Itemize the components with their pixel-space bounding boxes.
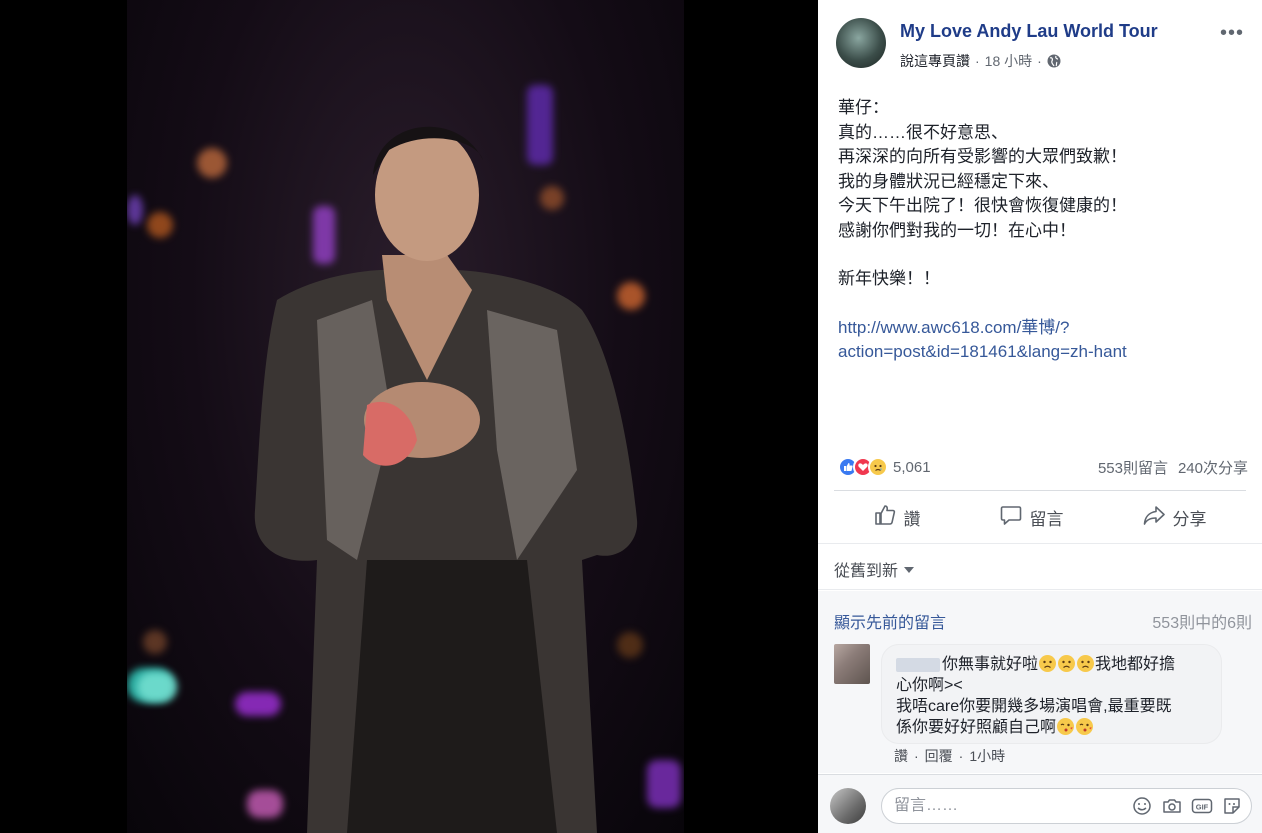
reaction-summary[interactable]: 5,061 [838,457,931,477]
sad-emoji-icon [1077,655,1095,672]
post-url-link[interactable]: http://www.awc618.com/華博/? action=post&i… [838,316,1248,365]
share-count-link[interactable]: 240次分享 [1178,457,1248,478]
comment-text: 我地都好擔 [1095,656,1176,673]
caret-down-icon [904,560,915,578]
sort-label: 從舊到新 [834,563,899,580]
page-avatar[interactable] [836,18,886,68]
comment-reply-link[interactable]: 回覆 [925,746,953,766]
post-line: 華仔： [838,98,889,117]
like-button[interactable]: 讚 [874,504,921,531]
commenter-avatar[interactable] [834,644,870,684]
post-line: 今天下午出院了！很快會恢復健康的！ [838,196,1127,215]
post-line: 我的身體狀況已經穩定下來、 [838,171,1059,191]
comment-actions: 讚 · 回覆 · 1小時 [894,746,1005,766]
like-label: 讚 [903,509,921,529]
meta-separator: · [1037,53,1042,69]
kiss-emoji-icon [1057,718,1075,735]
separator: · [958,748,964,764]
page-name-link[interactable]: My Love Andy Lau World Tour [900,21,1158,42]
comment-timestamp[interactable]: 1小時 [969,746,1005,766]
comment-sort-row: 從舊到新 [818,543,1262,590]
post-meta: 說這專頁讚 · 18 小時 · [900,51,1061,71]
comment-label: 留言 [1029,509,1064,529]
comment-button[interactable]: 留言 [1000,504,1064,531]
sticker-icon[interactable] [1221,795,1243,817]
emoji-icon[interactable] [1131,795,1153,817]
comment-text: 心你啊>< [896,677,963,694]
post-actions: 讚 留言 分享 [834,496,1246,538]
post-line: 再深深的向所有受影響的大眾們致歉！ [838,147,1127,166]
camera-icon[interactable] [1161,795,1183,817]
post-timestamp[interactable]: 18 小時 [985,51,1032,71]
comment-text: 你無事就好啦 [942,656,1039,673]
sad-emoji-icon [1039,655,1057,672]
stats-right: 553則留言 240次分享 [1098,457,1248,478]
gif-icon[interactable]: GIF [1191,795,1213,817]
post-url-line2: action=post&id=181461&lang=zh-hant [838,342,1127,361]
comments-area: 顯示先前的留言 553則中的6則 你無事就好啦 我地都好擔 心你啊>< 我唔car… [818,591,1262,773]
performer-silhouette [254,126,638,833]
divider [834,490,1246,491]
meta-separator: · [975,53,980,69]
post-body: 華仔： 真的……很不好意思、 再深深的向所有受影響的大眾們致歉！ 我的身體狀況已… [838,96,1248,365]
comment-input[interactable] [894,797,1114,815]
kiss-emoji-icon [1076,718,1094,735]
sad-reaction-icon [868,457,888,477]
post-url-line1: http://www.awc618.com/華博/? [838,317,1070,337]
post-photo[interactable] [127,0,684,833]
post-closing: 新年快樂！！ [838,269,940,288]
comment-sort-dropdown[interactable]: 從舊到新 [834,557,915,581]
comment-composer: GIF [818,774,1262,833]
current-user-avatar [830,788,866,824]
post-line: 真的……很不好意思、 [838,122,1008,142]
comment-input-box[interactable]: GIF [881,788,1252,824]
show-previous-comments-link[interactable]: 顯示先前的留言 [834,609,946,633]
separator: · [914,748,919,764]
comment-like-link[interactable]: 讚 [894,746,908,766]
more-options-button[interactable]: ••• [1220,22,1244,45]
comment-text: 我唔care你要開幾多場演唱會,最重要既 [896,698,1172,715]
composer-icons: GIF [1131,795,1243,817]
post-stats: 5,061 553則留言 240次分享 [838,455,1248,479]
share-button[interactable]: 分享 [1143,504,1207,531]
share-arrow-icon [1143,504,1165,531]
comment-count-link[interactable]: 553則留言 [1098,457,1168,478]
post-header: My Love Andy Lau World Tour 說這專頁讚 · 18 小… [836,18,1250,72]
comment-text: 係你要好好照顧自己啊 [896,719,1057,736]
globe-icon [1047,54,1061,68]
comment-count-of: 553則中的6則 [1152,615,1252,632]
sad-emoji-icon [1058,655,1076,672]
post-line: 感謝你們對我的一切！在心中！ [838,220,1076,240]
thumbs-up-icon [874,504,896,531]
like-page-link[interactable]: 說這專頁讚 [900,51,970,71]
post-panel: My Love Andy Lau World Tour 說這專頁讚 · 18 小… [818,0,1262,833]
svg-text:GIF: GIF [1196,803,1209,812]
comment-bubble-icon [1000,504,1022,531]
commenter-name-blurred[interactable] [896,657,940,672]
comment-bubble: 你無事就好啦 我地都好擔 心你啊>< 我唔care你要開幾多場演唱會,最重要既 係… [881,644,1222,744]
reaction-count: 5,061 [893,458,931,476]
photo-viewer [0,0,818,833]
share-label: 分享 [1172,509,1207,529]
